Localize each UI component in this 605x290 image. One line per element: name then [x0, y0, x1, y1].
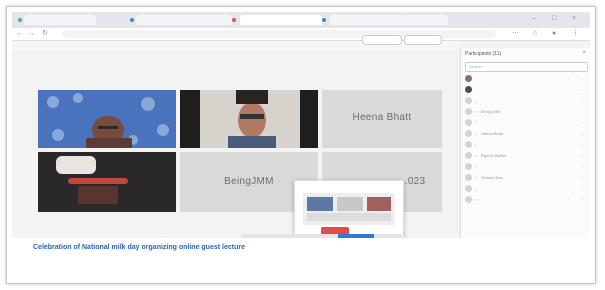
participant-row[interactable]: • ◦: [465, 140, 587, 149]
video-feed-image: [180, 90, 318, 148]
participant-name: BeingJMM: [481, 109, 500, 114]
person-icon: •: [475, 120, 477, 125]
browser-tab[interactable]: [136, 15, 232, 25]
browser-tab[interactable]: [404, 15, 448, 25]
menu-icon[interactable]: ⋮: [572, 29, 579, 39]
mic-muted-icon: ◦: [581, 131, 583, 136]
person-icon: •: [475, 131, 477, 136]
mic-muted-icon: ◦: [581, 186, 583, 191]
mic-muted-icon: ◦: [581, 153, 583, 158]
photo-caption: Celebration of National milk day organiz…: [33, 244, 245, 251]
participant-row[interactable]: • ◦: [465, 96, 587, 105]
mic-muted-icon: ◦: [581, 142, 583, 147]
forward-icon[interactable]: →: [28, 29, 35, 39]
browser-tab[interactable]: [330, 15, 404, 25]
browser-tab-active[interactable]: [240, 15, 322, 25]
avatar: [465, 152, 472, 159]
avatar: [465, 141, 472, 148]
avatar: [465, 119, 472, 126]
meeting-controls-bar: [242, 234, 402, 238]
avatar: [465, 163, 472, 170]
participant-name: Heena Bhatt: [481, 131, 504, 136]
video-tile-participant[interactable]: Heena Bhatt: [322, 90, 442, 148]
window-close-icon[interactable]: ×: [572, 14, 576, 24]
tab-favicon-icon: [130, 18, 134, 22]
maximize-icon[interactable]: □: [552, 14, 556, 24]
mic-icon: ◦: [567, 76, 569, 81]
participant-name: Shimad Des: [481, 175, 503, 180]
participant-tile-name: Heena Bhatt: [352, 112, 412, 123]
participants-title: Participants (11): [465, 51, 502, 57]
avatar: [465, 130, 472, 137]
tab-favicon-icon: [322, 18, 326, 22]
participant-row[interactable]: • Riya B Vadher ◦: [465, 151, 587, 160]
address-bar: ← → ↻ ⋯ ☆ ● ⋮: [12, 28, 590, 41]
participant-row[interactable]: ◦ ▫: [465, 74, 587, 83]
mic-muted-icon: ◦: [581, 164, 583, 169]
video-tile-participant[interactable]: [38, 152, 176, 212]
person-icon: •: [475, 175, 477, 180]
participant-name: Riya B Vadher: [481, 153, 507, 158]
mic-muted-icon: ◦: [581, 175, 583, 180]
browser-tab-bar: – □ ×: [12, 12, 590, 28]
back-icon[interactable]: ←: [16, 29, 23, 39]
share-screen-popup: [294, 180, 404, 238]
browser-tab[interactable]: [24, 15, 96, 25]
person-icon: •: [475, 142, 477, 147]
participants-panel: Participants (11) × Search ◦ ▫ ◦ ▫ • ◦ •…: [460, 48, 590, 238]
participant-row[interactable]: ◦ ▫: [465, 85, 587, 94]
participant-row[interactable]: • ◦ ◦: [465, 195, 587, 204]
reload-icon[interactable]: ↻: [42, 29, 48, 39]
share-preview-thumbnail: [303, 193, 395, 225]
video-tile-participant[interactable]: [180, 90, 318, 148]
mic-icon: ◦: [567, 87, 569, 92]
participants-search-input[interactable]: Search: [465, 62, 588, 72]
share-preview-image[interactable]: [303, 193, 395, 225]
avatar: [465, 97, 472, 104]
participant-row[interactable]: • ◦: [465, 118, 587, 127]
tab-favicon-icon: [18, 18, 22, 22]
close-icon[interactable]: ×: [582, 50, 586, 56]
leave-button[interactable]: [404, 35, 442, 45]
avatar: [465, 174, 472, 181]
mic-muted-icon: ◦: [581, 98, 583, 103]
minimize-icon[interactable]: –: [532, 14, 536, 24]
tab-favicon-icon: [232, 18, 236, 22]
profile-icon[interactable]: ●: [552, 29, 556, 39]
mic-muted-icon: ◦: [581, 197, 583, 202]
avatar: [465, 86, 472, 93]
person-icon: •: [475, 197, 477, 202]
blue-action-button[interactable]: [338, 234, 374, 238]
video-tile-participant[interactable]: [38, 90, 176, 148]
participant-row[interactable]: • ◦: [465, 162, 587, 171]
avatar: [465, 185, 472, 192]
camera-icon: ▫: [581, 87, 583, 92]
mic-muted-icon: ◦: [581, 120, 583, 125]
person-icon: •: [475, 109, 477, 114]
meeting-screenshot: – □ × ← → ↻ ⋯ ☆ ● ⋮ Heena Bhatt BeingJMM…: [12, 12, 590, 238]
avatar: [465, 108, 472, 115]
meeting-pill-button[interactable]: [362, 35, 402, 45]
avatar: [465, 75, 472, 82]
favorites-icon[interactable]: ☆: [532, 29, 538, 39]
video-feed-image: [38, 90, 176, 148]
person-icon: •: [475, 164, 477, 169]
person-icon: •: [475, 186, 477, 191]
person-icon: •: [475, 153, 477, 158]
extensions-icon[interactable]: ⋯: [512, 29, 519, 39]
participant-row[interactable]: • Shimad Des ◦: [465, 173, 587, 182]
mic-icon: ◦: [567, 197, 569, 202]
avatar: [465, 196, 472, 203]
participant-row[interactable]: • BeingJMM: [465, 107, 587, 116]
video-feed-image: [38, 152, 176, 212]
camera-icon: ▫: [581, 76, 583, 81]
person-icon: •: [475, 98, 477, 103]
participant-row[interactable]: • ◦: [465, 184, 587, 193]
participant-row[interactable]: • Heena Bhatt ◦: [465, 129, 587, 138]
